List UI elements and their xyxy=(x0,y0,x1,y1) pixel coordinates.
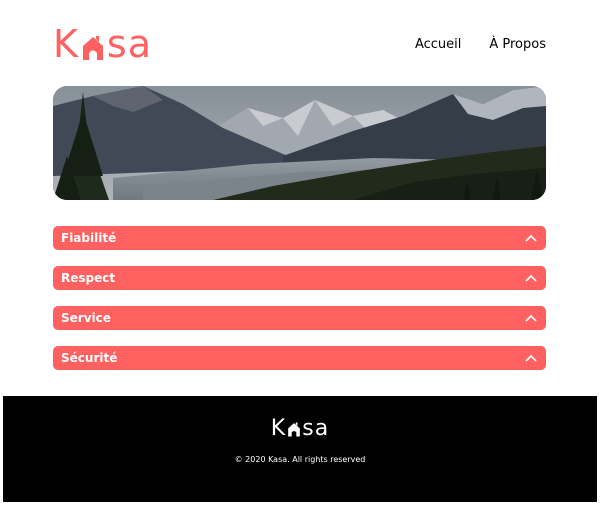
collapse-fiabilite[interactable]: Fiabilité xyxy=(53,226,546,250)
footer-kasa-logo: K sa xyxy=(271,418,329,440)
house-icon xyxy=(81,30,105,60)
collapse-title: Service xyxy=(61,311,111,325)
values-collapse-list: Fiabilité Respect Service Sécurité xyxy=(53,226,546,386)
kasa-logo[interactable]: K sa xyxy=(53,25,152,63)
nav-link-accueil[interactable]: Accueil xyxy=(415,37,461,52)
collapse-title: Sécurité xyxy=(61,351,118,365)
collapse-securite[interactable]: Sécurité xyxy=(53,346,546,370)
about-page: K sa Accueil À Propos Fiabilité Respect … xyxy=(0,0,600,506)
house-icon xyxy=(287,421,301,438)
banner-image xyxy=(53,86,546,200)
chevron-up-icon[interactable] xyxy=(525,354,537,362)
chevron-up-icon[interactable] xyxy=(525,274,537,282)
collapse-respect[interactable]: Respect xyxy=(53,266,546,290)
collapse-title: Respect xyxy=(61,271,116,285)
main-nav: Accueil À Propos xyxy=(415,37,546,52)
footer: K sa © 2020 Kasa. All rights reserved xyxy=(3,396,597,502)
collapse-service[interactable]: Service xyxy=(53,306,546,330)
chevron-up-icon[interactable] xyxy=(525,234,537,242)
copyright-text: © 2020 Kasa. All rights reserved xyxy=(234,455,366,464)
footer-logo-letters-sa: sa xyxy=(302,416,330,441)
footer-logo-letter-k: K xyxy=(270,416,287,441)
logo-letter-k: K xyxy=(53,22,79,66)
logo-letters-sa: sa xyxy=(106,22,153,66)
chevron-up-icon[interactable] xyxy=(525,314,537,322)
header: K sa Accueil À Propos xyxy=(53,24,546,64)
collapse-title: Fiabilité xyxy=(61,231,117,245)
nav-link-a-propos[interactable]: À Propos xyxy=(489,37,546,52)
